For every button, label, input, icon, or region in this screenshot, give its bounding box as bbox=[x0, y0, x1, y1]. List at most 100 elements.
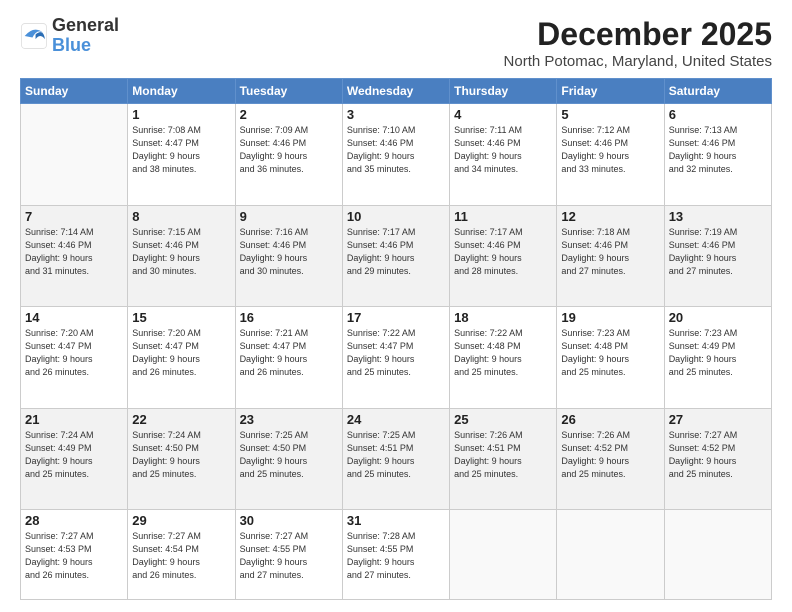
logo-line2: Blue bbox=[52, 36, 119, 56]
week-row-5: 28 Sunrise: 7:27 AM Sunset: 4:53 PM Dayli… bbox=[21, 510, 772, 600]
day-number: 27 bbox=[669, 412, 767, 427]
header: General Blue December 2025 North Potomac… bbox=[20, 16, 772, 70]
column-header-friday: Friday bbox=[557, 79, 664, 104]
day-cell bbox=[557, 510, 664, 600]
day-number: 6 bbox=[669, 107, 767, 122]
day-info: Sunrise: 7:25 AM Sunset: 4:50 PM Dayligh… bbox=[240, 429, 338, 481]
day-number: 2 bbox=[240, 107, 338, 122]
day-cell: 29Sunrise: 7:27 AM Sunset: 4:54 PM Dayli… bbox=[128, 510, 235, 600]
day-number: 5 bbox=[561, 107, 659, 122]
calendar-header-row: SundayMondayTuesdayWednesdayThursdayFrid… bbox=[21, 79, 772, 104]
day-number: 15 bbox=[132, 310, 230, 325]
day-info: Sunrise: 7:26 AM Sunset: 4:51 PM Dayligh… bbox=[454, 429, 552, 481]
logo-text: General Blue bbox=[52, 16, 119, 56]
day-info: Sunrise: 7:13 AM Sunset: 4:46 PM Dayligh… bbox=[669, 124, 767, 176]
day-cell: 26Sunrise: 7:26 AM Sunset: 4:52 PM Dayli… bbox=[557, 408, 664, 510]
day-cell: 7Sunrise: 7:14 AM Sunset: 4:46 PM Daylig… bbox=[21, 205, 128, 307]
day-info: Sunrise: 7:17 AM Sunset: 4:46 PM Dayligh… bbox=[347, 226, 445, 278]
day-info: Sunrise: 7:27 AM Sunset: 4:52 PM Dayligh… bbox=[669, 429, 767, 481]
day-cell: 18 Sunrise: 7:22 AM Sunset: 4:48 PM Dayli… bbox=[450, 307, 557, 409]
day-cell: 3 Sunrise: 7:10 AM Sunset: 4:46 PM Daylig… bbox=[342, 104, 449, 206]
day-info: Sunrise: 7:24 AM Sunset: 4:49 PM Dayligh… bbox=[25, 429, 123, 481]
day-cell: 14Sunrise: 7:20 AM Sunset: 4:47 PM Dayli… bbox=[21, 307, 128, 409]
day-info: Sunrise: 7:11 AM Sunset: 4:46 PM Dayligh… bbox=[454, 124, 552, 176]
calendar-title: December 2025 bbox=[504, 16, 772, 53]
column-header-thursday: Thursday bbox=[450, 79, 557, 104]
day-info: Sunrise: 7:17 AM Sunset: 4:46 PM Dayligh… bbox=[454, 226, 552, 278]
day-info: Sunrise: 7:21 AM Sunset: 4:47 PM Dayligh… bbox=[240, 327, 338, 379]
day-number: 1 bbox=[132, 107, 230, 122]
day-cell: 31 Sunrise: 7:28 AM Sunset: 4:55 PM Dayli… bbox=[342, 510, 449, 600]
day-info: Sunrise: 7:25 AM Sunset: 4:51 PM Dayligh… bbox=[347, 429, 445, 481]
day-cell: 5 Sunrise: 7:12 AM Sunset: 4:46 PM Daylig… bbox=[557, 104, 664, 206]
day-cell: 27 Sunrise: 7:27 AM Sunset: 4:52 PM Dayli… bbox=[664, 408, 771, 510]
day-info: Sunrise: 7:10 AM Sunset: 4:46 PM Dayligh… bbox=[347, 124, 445, 176]
day-cell: 28 Sunrise: 7:27 AM Sunset: 4:53 PM Dayli… bbox=[21, 510, 128, 600]
day-info: Sunrise: 7:27 AM Sunset: 4:53 PM Dayligh… bbox=[25, 530, 123, 582]
day-number: 7 bbox=[25, 209, 123, 224]
day-info: Sunrise: 7:22 AM Sunset: 4:47 PM Dayligh… bbox=[347, 327, 445, 379]
day-info: Sunrise: 7:23 AM Sunset: 4:49 PM Dayligh… bbox=[669, 327, 767, 379]
day-info: Sunrise: 7:18 AM Sunset: 4:46 PM Dayligh… bbox=[561, 226, 659, 278]
day-cell: 12 Sunrise: 7:18 AM Sunset: 4:46 PM Dayli… bbox=[557, 205, 664, 307]
day-number: 25 bbox=[454, 412, 552, 427]
day-number: 19 bbox=[561, 310, 659, 325]
week-row-4: 21 Sunrise: 7:24 AM Sunset: 4:49 PM Dayli… bbox=[21, 408, 772, 510]
day-number: 29 bbox=[132, 513, 230, 528]
day-cell: 24Sunrise: 7:25 AM Sunset: 4:51 PM Dayli… bbox=[342, 408, 449, 510]
day-cell bbox=[664, 510, 771, 600]
calendar-subtitle: North Potomac, Maryland, United States bbox=[504, 53, 772, 70]
week-row-2: 7Sunrise: 7:14 AM Sunset: 4:46 PM Daylig… bbox=[21, 205, 772, 307]
day-info: Sunrise: 7:22 AM Sunset: 4:48 PM Dayligh… bbox=[454, 327, 552, 379]
day-cell: 30 Sunrise: 7:27 AM Sunset: 4:55 PM Dayli… bbox=[235, 510, 342, 600]
day-cell: 2 Sunrise: 7:09 AM Sunset: 4:46 PM Daylig… bbox=[235, 104, 342, 206]
week-row-3: 14 Sunrise: 7:20 AM Sunset: 4:47 PM Dayli… bbox=[21, 307, 772, 409]
column-header-wednesday: Wednesday bbox=[342, 79, 449, 104]
day-number: 9 bbox=[240, 209, 338, 224]
day-info: Sunrise: 7:16 AM Sunset: 4:46 PM Dayligh… bbox=[240, 226, 338, 278]
day-cell: 13 Sunrise: 7:19 AM Sunset: 4:46 PM Dayli… bbox=[664, 205, 771, 307]
day-number: 22 bbox=[132, 412, 230, 427]
day-number: 18 bbox=[454, 310, 552, 325]
day-cell: 16 Sunrise: 7:21 AM Sunset: 4:47 PM Dayli… bbox=[235, 307, 342, 409]
day-cell: 11Sunrise: 7:17 AM Sunset: 4:46 PM Dayli… bbox=[450, 205, 557, 307]
day-number: 3 bbox=[347, 107, 445, 122]
day-cell: 21 Sunrise: 7:24 AM Sunset: 4:49 PM Dayli… bbox=[21, 408, 128, 510]
day-cell bbox=[21, 104, 128, 206]
day-cell: 22 Sunrise: 7:24 AM Sunset: 4:50 PM Dayli… bbox=[128, 408, 235, 510]
day-info: Sunrise: 7:15 AM Sunset: 4:46 PM Dayligh… bbox=[132, 226, 230, 278]
day-number: 12 bbox=[561, 209, 659, 224]
day-cell: 17 Sunrise: 7:22 AM Sunset: 4:47 PM Dayli… bbox=[342, 307, 449, 409]
day-info: Sunrise: 7:24 AM Sunset: 4:50 PM Dayligh… bbox=[132, 429, 230, 481]
day-info: Sunrise: 7:27 AM Sunset: 4:55 PM Dayligh… bbox=[240, 530, 338, 582]
logo: General Blue bbox=[20, 16, 119, 56]
day-info: Sunrise: 7:12 AM Sunset: 4:46 PM Dayligh… bbox=[561, 124, 659, 176]
day-number: 13 bbox=[669, 209, 767, 224]
day-number: 16 bbox=[240, 310, 338, 325]
day-info: Sunrise: 7:23 AM Sunset: 4:48 PM Dayligh… bbox=[561, 327, 659, 379]
logo-icon bbox=[20, 22, 48, 50]
day-number: 31 bbox=[347, 513, 445, 528]
column-header-sunday: Sunday bbox=[21, 79, 128, 104]
day-cell: 20Sunrise: 7:23 AM Sunset: 4:49 PM Dayli… bbox=[664, 307, 771, 409]
week-row-1: 1 Sunrise: 7:08 AM Sunset: 4:47 PM Daylig… bbox=[21, 104, 772, 206]
day-number: 14 bbox=[25, 310, 123, 325]
day-number: 28 bbox=[25, 513, 123, 528]
day-info: Sunrise: 7:08 AM Sunset: 4:47 PM Dayligh… bbox=[132, 124, 230, 176]
day-cell: 19 Sunrise: 7:23 AM Sunset: 4:48 PM Dayli… bbox=[557, 307, 664, 409]
column-header-saturday: Saturday bbox=[664, 79, 771, 104]
day-number: 17 bbox=[347, 310, 445, 325]
day-info: Sunrise: 7:20 AM Sunset: 4:47 PM Dayligh… bbox=[132, 327, 230, 379]
day-cell: 10Sunrise: 7:17 AM Sunset: 4:46 PM Dayli… bbox=[342, 205, 449, 307]
day-number: 21 bbox=[25, 412, 123, 427]
day-info: Sunrise: 7:28 AM Sunset: 4:55 PM Dayligh… bbox=[347, 530, 445, 582]
day-number: 30 bbox=[240, 513, 338, 528]
day-info: Sunrise: 7:26 AM Sunset: 4:52 PM Dayligh… bbox=[561, 429, 659, 481]
day-cell: 15 Sunrise: 7:20 AM Sunset: 4:47 PM Dayli… bbox=[128, 307, 235, 409]
day-info: Sunrise: 7:19 AM Sunset: 4:46 PM Dayligh… bbox=[669, 226, 767, 278]
page: General Blue December 2025 North Potomac… bbox=[0, 0, 792, 612]
day-info: Sunrise: 7:09 AM Sunset: 4:46 PM Dayligh… bbox=[240, 124, 338, 176]
day-number: 8 bbox=[132, 209, 230, 224]
day-cell bbox=[450, 510, 557, 600]
column-header-monday: Monday bbox=[128, 79, 235, 104]
